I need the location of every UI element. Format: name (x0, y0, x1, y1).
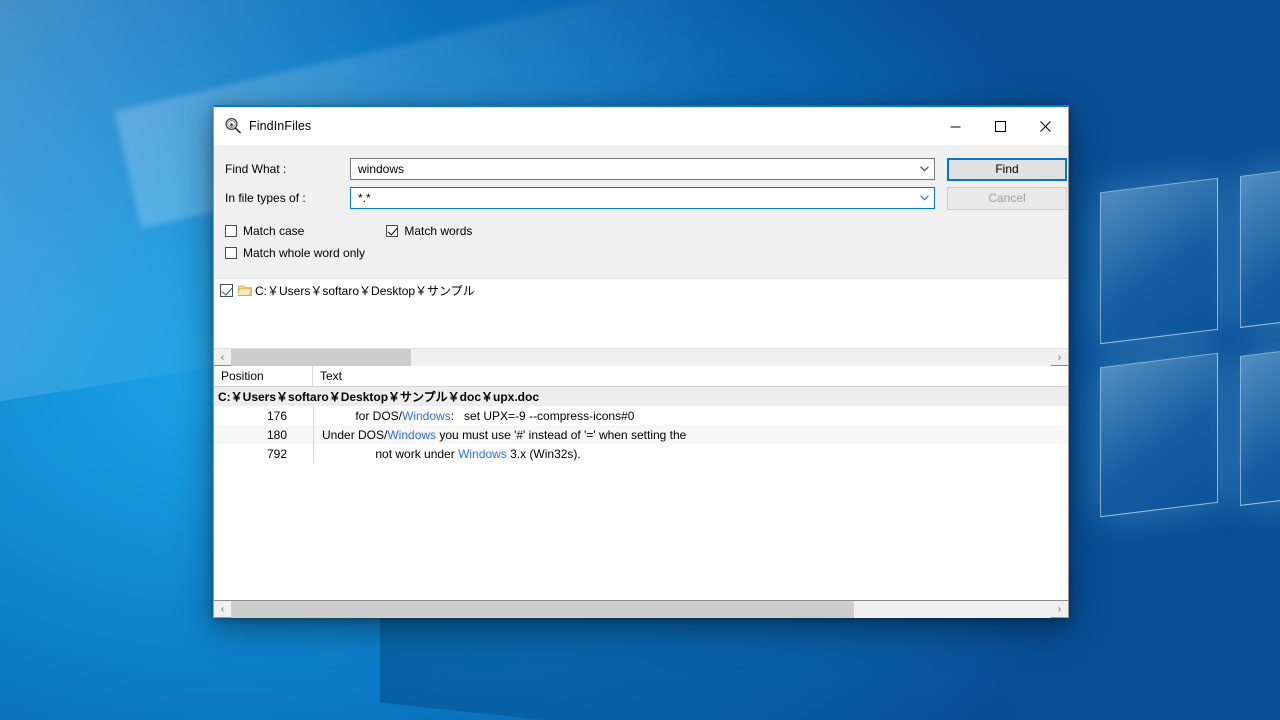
tree-scroll-thumb[interactable] (231, 348, 412, 366)
options-row-2: Match whole word only (225, 242, 1068, 264)
tree-item-label: C:￥Users￥softaro￥Desktop￥サンプル (255, 283, 475, 298)
tree-item-checkbox[interactable] (220, 283, 233, 297)
search-options: Match case Match words Match whole word … (214, 215, 1068, 270)
table-row[interactable]: 792 not work under Windows 3.x (Win32s). (214, 444, 1068, 463)
file-types-label: In file types of : (225, 191, 306, 205)
result-text-segment: : set UPX=-9 --compress-icons#0 (450, 408, 635, 423)
maximize-button[interactable] (978, 107, 1023, 145)
match-highlight: Windows (402, 408, 451, 423)
cancel-button: Cancel (947, 186, 1067, 210)
match-case-option[interactable]: Match case (225, 224, 304, 238)
wallpaper-logo-pane (1100, 177, 1218, 345)
scroll-left-icon[interactable]: ‹ (214, 349, 231, 366)
column-header-position[interactable]: Position (214, 366, 313, 386)
find-what-label: Find What : (225, 162, 287, 176)
results-header: Position Text (214, 366, 1068, 387)
match-whole-word-label: Match whole word only (243, 246, 366, 260)
desktop-background: ☻ FindInFiles Find What : windows Find I… (0, 0, 1280, 720)
find-what-combobox[interactable]: windows (350, 158, 935, 180)
folder-tree-panel[interactable]: C:￥Users￥softaro￥Desktop￥サンプル (214, 278, 1068, 348)
find-button[interactable]: Find (947, 157, 1067, 181)
svg-text:☻: ☻ (229, 123, 235, 129)
chevron-down-icon[interactable] (915, 188, 934, 208)
match-case-label: Match case (243, 224, 305, 238)
match-whole-word-option[interactable]: Match whole word only (225, 246, 365, 260)
window-controls (933, 107, 1068, 145)
result-text: Under DOS/Windows you must use '#' inste… (314, 428, 1068, 442)
result-position: 180 (266, 427, 287, 442)
table-row[interactable]: 176 for DOS/Windows: set UPX=-9 --compre… (214, 406, 1068, 425)
file-types-value: *.* (358, 191, 371, 205)
search-form: Find What : windows Find In file types o… (214, 145, 1068, 278)
find-what-row: Find What : windows Find (214, 157, 1068, 181)
result-text-segment: for DOS/ (322, 408, 403, 423)
result-position: 792 (266, 446, 287, 461)
find-what-value: windows (358, 162, 405, 176)
close-button[interactable] (1023, 107, 1068, 145)
match-whole-word-checkbox[interactable] (225, 247, 237, 259)
results-horizontal-scrollbar[interactable]: ‹ › (214, 600, 1068, 618)
wallpaper-logo-pane (1240, 160, 1280, 328)
match-words-checkbox[interactable] (386, 225, 399, 237)
chevron-down-icon[interactable] (915, 159, 934, 179)
match-words-label: Match words (404, 224, 473, 238)
scroll-right-icon[interactable]: › (1051, 349, 1068, 366)
findinfiles-window: ☻ FindInFiles Find What : windows Find I… (213, 105, 1069, 618)
result-text-segment: you must use '#' instead of '=' when set… (436, 427, 687, 442)
tree-item[interactable]: C:￥Users￥softaro￥Desktop￥サンプル (214, 279, 1068, 298)
window-title: FindInFiles (249, 119, 312, 133)
results-scroll-thumb[interactable] (231, 600, 855, 618)
result-position: 176 (266, 408, 287, 423)
scroll-right-icon[interactable]: › (1051, 601, 1068, 618)
table-row[interactable]: 180 Under DOS/Windows you must use '#' in… (214, 425, 1068, 444)
scroll-left-icon[interactable]: ‹ (214, 601, 231, 618)
match-highlight: Windows (458, 446, 507, 461)
tree-scroll-track[interactable] (231, 348, 1051, 366)
column-header-text[interactable]: Text (313, 366, 1068, 386)
file-types-row: In file types of : *.* Cancel (214, 186, 1068, 210)
result-text: for DOS/Windows: set UPX=-9 --compress-i… (314, 409, 1068, 423)
match-case-checkbox[interactable] (225, 225, 237, 237)
result-text-segment: 3.x (Win32s). (506, 446, 581, 461)
results-rows: C:￥Users￥softaro￥Desktop￥サンプル￥doc￥upx.do… (214, 387, 1068, 600)
result-file-path-row[interactable]: C:￥Users￥softaro￥Desktop￥サンプル￥doc￥upx.do… (214, 387, 1068, 406)
match-words-option[interactable]: Match words (386, 224, 472, 238)
results-scroll-track[interactable] (231, 600, 1051, 618)
match-highlight: Windows (387, 427, 437, 442)
result-text: not work under Windows 3.x (Win32s). (314, 447, 1068, 461)
title-bar: ☻ FindInFiles (214, 107, 1068, 145)
folder-open-icon (236, 284, 253, 297)
results-list: Position Text C:￥Users￥softaro￥Desktop￥サ… (214, 365, 1068, 600)
search-magnifier-icon: ☻ (224, 117, 242, 135)
file-types-combobox[interactable]: *.* (350, 187, 935, 209)
minimize-button[interactable] (933, 107, 978, 145)
options-row-1: Match case Match words (225, 220, 1068, 242)
result-text-segment: not work under (322, 446, 459, 461)
wallpaper-logo-pane (1240, 340, 1280, 506)
wallpaper-logo-pane (1100, 352, 1218, 518)
result-text-segment: Under DOS/ (322, 427, 388, 442)
tree-horizontal-scrollbar[interactable]: ‹ › (214, 348, 1068, 366)
